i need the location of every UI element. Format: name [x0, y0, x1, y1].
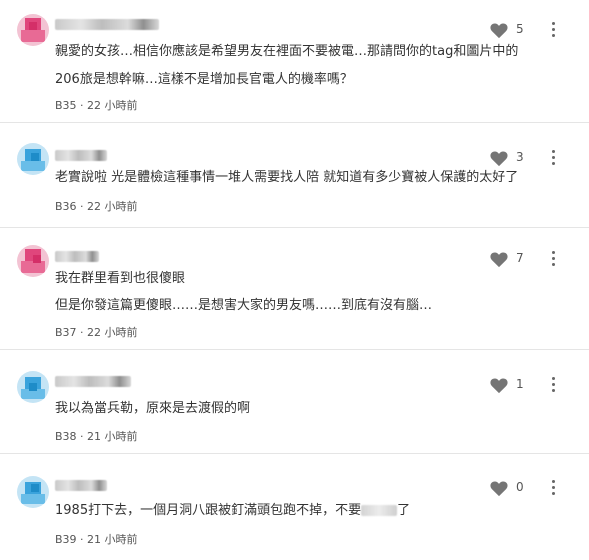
comment-b35: 親愛的女孩…相信你應該是希望男友在裡面不要被電…那請問你的tag和圖片中的 20…: [0, 0, 589, 123]
comment-meta: B36 · 22 小時前: [55, 198, 138, 214]
timestamp: 21 小時前: [87, 430, 138, 443]
author-name-redacted: [55, 376, 131, 387]
timestamp: 22 小時前: [87, 99, 138, 112]
more-vertical-icon[interactable]: [552, 22, 556, 38]
timestamp: 22 小時前: [87, 326, 138, 339]
heart-icon[interactable]: [489, 250, 509, 268]
avatar[interactable]: [17, 245, 49, 277]
comment-text-part: 1985打下去，一個月洞八跟被釘滿頭包跑不掉，不要: [55, 503, 362, 518]
timestamp: 22 小時前: [87, 200, 138, 213]
comment-text-line: 我以為當兵勒，原來是去渡假的啊: [55, 401, 251, 416]
author-name-redacted: [55, 480, 107, 491]
meta-separator: ·: [80, 430, 84, 443]
more-vertical-icon[interactable]: [552, 377, 556, 393]
floor-number[interactable]: B38: [55, 430, 77, 443]
like-count: 3: [516, 150, 524, 164]
heart-icon[interactable]: [489, 376, 509, 394]
heart-icon[interactable]: [489, 21, 509, 39]
heart-icon[interactable]: [489, 479, 509, 497]
comment-b38: 我以為當兵勒，原來是去渡假的啊 B38 · 21 小時前 1: [0, 350, 589, 454]
comment-b37: 我在群里看到也很傻眼 但是你發這篇更傻眼……是想害大家的男友嗎……到底有沒有腦……: [0, 228, 589, 350]
comment-text-line: 老實說啦 光是體檢這種事情一堆人需要找人陪 就知道有多少寶被人保護的太好了: [55, 170, 519, 185]
comment-meta: B39 · 21 小時前: [55, 531, 138, 547]
meta-separator: ·: [80, 200, 84, 213]
avatar[interactable]: [17, 476, 49, 508]
meta-separator: ·: [80, 326, 84, 339]
like-count: 7: [516, 251, 524, 265]
meta-separator: ·: [80, 99, 84, 112]
comment-b36: 老實說啦 光是體檢這種事情一堆人需要找人陪 就知道有多少寶被人保護的太好了 B3…: [0, 123, 589, 228]
meta-separator: ·: [80, 533, 84, 546]
author-name-redacted: [55, 150, 107, 161]
comment-text-line: 親愛的女孩…相信你應該是希望男友在裡面不要被電…那請問你的tag和圖片中的: [55, 44, 519, 59]
comment-text-line: 1985打下去，一個月洞八跟被釘滿頭包跑不掉，不要 了: [55, 502, 410, 520]
heart-icon[interactable]: [489, 149, 509, 167]
author-name-redacted: [55, 251, 99, 262]
comment-text-line: 我在群里看到也很傻眼: [55, 271, 186, 286]
comment-text-line: 但是你發這篇更傻眼……是想害大家的男友嗎……到底有沒有腦…: [55, 298, 433, 313]
comment-text-line: 206旅是想幹嘛…這樣不是增加長官電人的機率嗎？: [55, 72, 353, 87]
like-count: 5: [516, 22, 524, 36]
comment-meta: B37 · 22 小時前: [55, 324, 138, 340]
more-vertical-icon[interactable]: [552, 480, 556, 496]
avatar[interactable]: [17, 371, 49, 403]
floor-number[interactable]: B39: [55, 533, 77, 546]
comment-text-part: 了: [397, 503, 411, 518]
more-vertical-icon[interactable]: [552, 251, 556, 267]
comment-b39: 1985打下去，一個月洞八跟被釘滿頭包跑不掉，不要了 B39 · 21 小時前 …: [0, 454, 589, 560]
redacted-text: [361, 505, 398, 516]
floor-number[interactable]: B37: [55, 326, 77, 339]
comment-meta: B35 · 22 小時前: [55, 97, 138, 113]
like-count: 1: [516, 377, 524, 391]
more-vertical-icon[interactable]: [552, 150, 556, 166]
timestamp: 21 小時前: [87, 533, 138, 546]
floor-number[interactable]: B35: [55, 99, 77, 112]
floor-number[interactable]: B36: [55, 200, 77, 213]
author-name-redacted: [55, 19, 159, 30]
avatar[interactable]: [17, 143, 49, 175]
like-count: 0: [516, 480, 524, 494]
avatar[interactable]: [17, 14, 49, 46]
comment-meta: B38 · 21 小時前: [55, 428, 138, 444]
